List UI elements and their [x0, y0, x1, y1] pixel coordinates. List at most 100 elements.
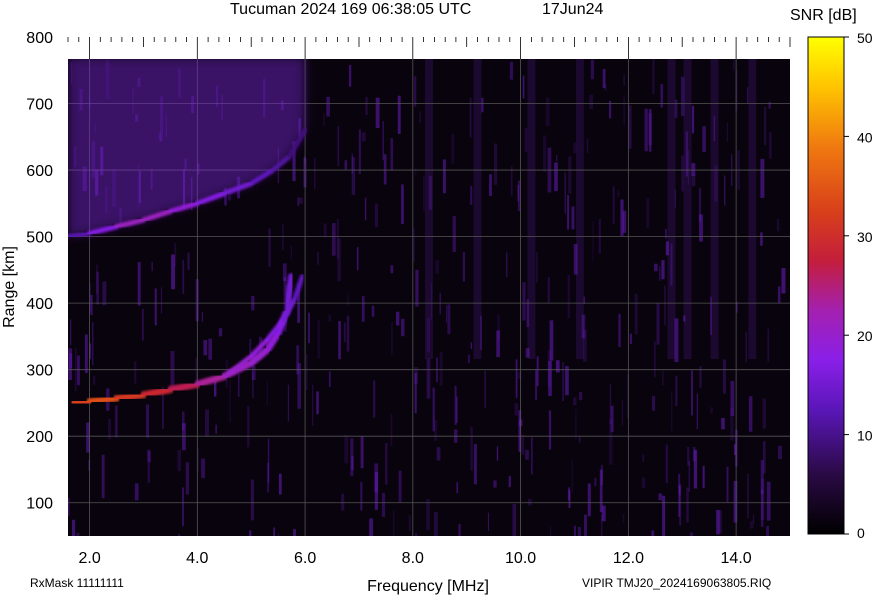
colorbar-tick-label: 50: [857, 30, 873, 46]
noise-speckle: [277, 533, 280, 536]
noise-speckle: [568, 156, 572, 194]
noise-speckle: [151, 262, 153, 272]
noise-speckle: [730, 408, 734, 441]
noise-speckle: [146, 404, 149, 438]
x-tick-label: 4.0: [186, 550, 208, 567]
chart-date: 17Jun24: [542, 1, 603, 18]
noise-speckle: [626, 374, 628, 419]
noise-speckle: [662, 495, 666, 536]
noise-speckle: [458, 523, 461, 536]
noise-speckle: [661, 260, 665, 280]
noise-speckle: [360, 482, 363, 511]
noise-speckle: [702, 465, 705, 489]
noise-speckle: [766, 526, 769, 536]
noise-speckle: [573, 142, 577, 154]
interference-band: [667, 59, 676, 359]
noise-speckle: [446, 305, 448, 323]
noise-speckle: [208, 338, 212, 360]
noise-speckle: [514, 403, 519, 416]
noise-speckle: [317, 320, 320, 359]
noise-speckle: [365, 96, 368, 115]
noise-speckle: [229, 379, 231, 423]
noise-speckle: [577, 526, 581, 536]
noise-speckle: [778, 445, 782, 460]
noise-speckle: [374, 463, 379, 493]
noise-speckle: [726, 122, 728, 142]
noise-speckle: [455, 396, 458, 423]
noise-speckle: [452, 216, 456, 253]
noise-speckle: [314, 157, 316, 189]
noise-speckle: [92, 322, 94, 366]
noise-speckle: [398, 470, 402, 503]
noise-speckle: [316, 391, 319, 415]
noise-speckle: [436, 447, 441, 461]
noise-speckle: [524, 127, 528, 153]
noise-speckle: [197, 448, 199, 473]
noise-speckle: [710, 407, 713, 414]
noise-speckle: [290, 245, 292, 259]
noise-speckle: [768, 132, 772, 159]
noise-speckle: [586, 138, 589, 154]
noise-speckle: [654, 263, 658, 272]
noise-speckle: [361, 296, 365, 322]
colorbar-tick-label: 40: [857, 129, 873, 145]
x-tick-label: 6.0: [294, 550, 316, 567]
noise-speckle: [390, 265, 394, 274]
noise-speckle: [201, 458, 206, 479]
colorbar-tick-label: 20: [857, 328, 873, 344]
noise-speckle: [766, 481, 771, 521]
noise-speckle: [439, 292, 441, 315]
noise-speckle: [419, 111, 421, 124]
noise-speckle: [764, 107, 767, 145]
noise-speckle: [101, 454, 105, 499]
interference-band: [683, 59, 692, 359]
noise-speckle: [347, 294, 349, 306]
noise-speckle: [408, 515, 411, 532]
noise-speckle: [338, 321, 341, 360]
noise-speckle: [489, 174, 492, 196]
noise-speckle: [397, 95, 401, 134]
x-tick-label: 10.0: [505, 550, 536, 567]
noise-speckle: [426, 358, 431, 399]
noise-speckle: [178, 533, 181, 536]
noise-speckle: [142, 309, 144, 341]
noise-speckle: [447, 304, 451, 334]
noise-speckle: [147, 449, 150, 483]
noise-speckle: [383, 154, 387, 185]
noise-speckle: [691, 163, 696, 176]
noise-speckle: [154, 288, 157, 326]
noise-speckle: [556, 154, 558, 162]
noise-speckle: [535, 369, 538, 400]
noise-speckle: [749, 521, 754, 529]
noise-speckle: [470, 427, 473, 471]
noise-speckle: [317, 251, 319, 265]
noise-speckle: [691, 174, 696, 187]
noise-speckle: [390, 138, 394, 171]
noise-speckle: [171, 254, 175, 290]
y-tick-label: 100: [26, 496, 53, 513]
noise-speckle: [182, 487, 184, 527]
noise-speckle: [622, 513, 625, 523]
noise-speckle: [358, 129, 361, 174]
noise-speckle: [160, 287, 162, 314]
noise-speckle: [623, 75, 625, 86]
noise-speckle: [545, 97, 550, 127]
noise-speckle: [634, 293, 638, 335]
noise-speckle: [510, 166, 513, 196]
noise-speckle: [374, 203, 378, 228]
noise-speckle: [590, 59, 595, 80]
noise-speckle: [696, 393, 698, 430]
colorbar-tick-label: 10: [857, 428, 873, 444]
noise-speckle: [341, 493, 345, 511]
noise-speckle: [182, 423, 186, 451]
noise-speckle: [648, 113, 652, 145]
noise-speckle: [134, 483, 139, 501]
x-tick-label: 2.0: [78, 550, 100, 567]
noise-speckle: [609, 419, 613, 465]
noise-speckle: [790, 533, 792, 547]
noise-speckle: [481, 97, 484, 113]
noise-speckle: [268, 228, 271, 267]
noise-speckle: [423, 176, 425, 212]
y-tick-label: 200: [26, 429, 53, 446]
noise-speckle: [641, 477, 646, 488]
